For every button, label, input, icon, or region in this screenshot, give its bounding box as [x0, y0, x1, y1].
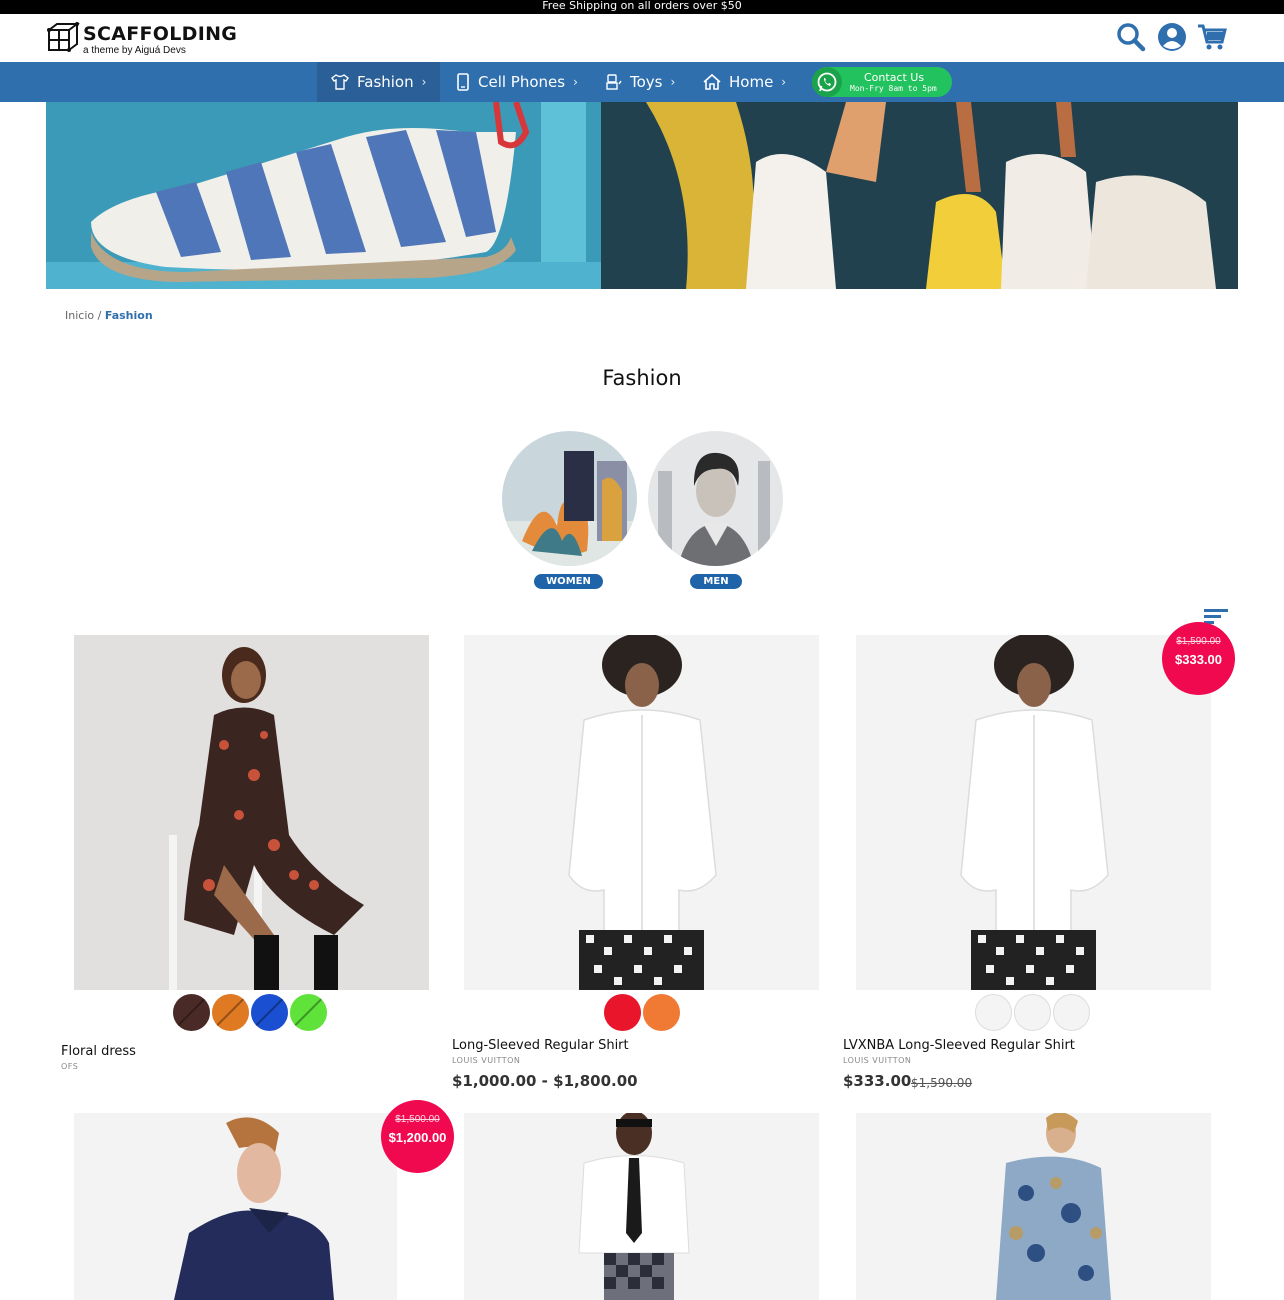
swatch[interactable] [1014, 994, 1051, 1031]
product-brand: OFS [61, 1062, 79, 1071]
swatch[interactable] [173, 994, 210, 1031]
product-old-price: $1,590.00 [911, 1076, 973, 1090]
chevron-right-icon: › [421, 75, 427, 89]
category-women[interactable]: WOMEN [502, 431, 637, 596]
product-image[interactable] [856, 1113, 1211, 1300]
nav-item-cell-phones[interactable]: Cell Phones › [442, 62, 592, 102]
nav-item-home[interactable]: Home › [689, 62, 800, 102]
sale-badge: $1,590.00 $333.00 [1162, 622, 1235, 695]
brand-title: SCAFFOLDING [83, 23, 238, 45]
banner-image [46, 102, 1238, 289]
swatch-divider [213, 995, 247, 1030]
site-header: SCAFFOLDING a theme by Aiguá Devs [0, 14, 1284, 62]
product-image[interactable] [464, 1113, 819, 1300]
product-name[interactable]: Long-Sleeved Regular Shirt [452, 1038, 629, 1053]
tshirt-icon [331, 74, 349, 90]
color-swatches [975, 994, 1090, 1032]
category-image [502, 431, 637, 566]
swatch[interactable] [975, 994, 1012, 1031]
announcement-bar: Free Shipping on all orders over $50 [0, 0, 1284, 14]
search-icon[interactable] [1116, 22, 1146, 52]
category-men[interactable]: MEN [648, 431, 783, 596]
product-name[interactable]: Floral dress [61, 1044, 136, 1059]
category-image [648, 431, 783, 566]
product-card[interactable]: Floral dress OFS [61, 635, 429, 1080]
contact-hours: Mon-Fry 8am to 5pm [850, 84, 937, 93]
breadcrumb: Inicio / Fashion [65, 309, 153, 322]
contact-title: Contact Us [864, 71, 925, 84]
color-swatches [604, 994, 680, 1032]
swatch[interactable] [1053, 994, 1090, 1031]
product-card[interactable] [464, 1113, 819, 1300]
phone-icon [457, 73, 469, 91]
nav-item-toys[interactable]: Toys › [590, 62, 689, 102]
robot-icon [606, 74, 622, 90]
product-card[interactable] [74, 1113, 429, 1300]
product-image[interactable] [464, 635, 819, 990]
home-icon [703, 73, 721, 90]
nav-label: Home [729, 73, 774, 91]
category-label: MEN [690, 574, 742, 589]
hero-banner [46, 102, 1238, 289]
product-image[interactable] [74, 635, 429, 990]
swatch-divider [252, 995, 286, 1030]
swatch[interactable] [212, 994, 249, 1031]
cart-icon[interactable] [1197, 22, 1227, 52]
color-swatches [173, 994, 327, 1032]
chevron-right-icon: › [670, 75, 676, 89]
cube-logo-icon [47, 22, 80, 52]
brand-subtitle: a theme by Aiguá Devs [83, 45, 186, 56]
product-brand: LOUIS VUITTON [452, 1056, 521, 1065]
swatch-divider [174, 995, 208, 1030]
product-price: $333.00 [843, 1072, 912, 1090]
nav-item-fashion[interactable]: Fashion › [317, 62, 441, 102]
swatch[interactable] [643, 994, 680, 1031]
chevron-right-icon: › [781, 75, 787, 89]
product-price: $1,000.00 - $1,800.00 [452, 1072, 638, 1090]
page-title: Fashion [602, 366, 682, 390]
badge-new-price: $1,200.00 [388, 1130, 447, 1145]
nav-label: Fashion [357, 73, 414, 91]
product-card[interactable] [856, 1113, 1211, 1300]
announcement-text: Free Shipping on all orders over $50 [542, 0, 742, 12]
main-nav: Fashion › Cell Phones › Toys › Home › [0, 62, 1284, 102]
breadcrumb-separator: / [97, 309, 102, 322]
user-icon[interactable] [1157, 22, 1187, 52]
sale-badge: $1,500.00 $1,200.00 [381, 1100, 454, 1173]
category-label: WOMEN [534, 574, 603, 589]
nav-label: Cell Phones [478, 73, 566, 91]
swatch[interactable] [290, 994, 327, 1031]
swatch[interactable] [604, 994, 641, 1031]
breadcrumb-home[interactable]: Inicio [65, 309, 94, 322]
whatsapp-contact-button[interactable]: Contact Us Mon-Fry 8am to 5pm [812, 67, 952, 97]
swatch[interactable] [251, 994, 288, 1031]
swatch-divider [291, 995, 325, 1030]
badge-new-price: $333.00 [1175, 652, 1222, 667]
product-brand: LOUIS VUITTON [843, 1056, 912, 1065]
product-image[interactable] [856, 635, 1211, 990]
product-name[interactable]: LVXNBA Long-Sleeved Regular Shirt [843, 1038, 1075, 1053]
logo[interactable]: SCAFFOLDING a theme by Aiguá Devs [46, 21, 246, 57]
chevron-right-icon: › [573, 75, 578, 89]
badge-old-price: $1,590.00 [1176, 636, 1221, 647]
product-image[interactable] [74, 1113, 397, 1300]
badge-old-price: $1,500.00 [395, 1114, 440, 1125]
breadcrumb-current: Fashion [104, 309, 153, 322]
product-card[interactable]: LVXNBA Long-Sleeved Regular Shirt LOUIS … [843, 635, 1211, 1095]
nav-label: Toys [630, 73, 663, 91]
product-card[interactable]: Long-Sleeved Regular Shirt LOUIS VUITTON… [452, 635, 819, 1095]
whatsapp-icon [812, 67, 842, 97]
